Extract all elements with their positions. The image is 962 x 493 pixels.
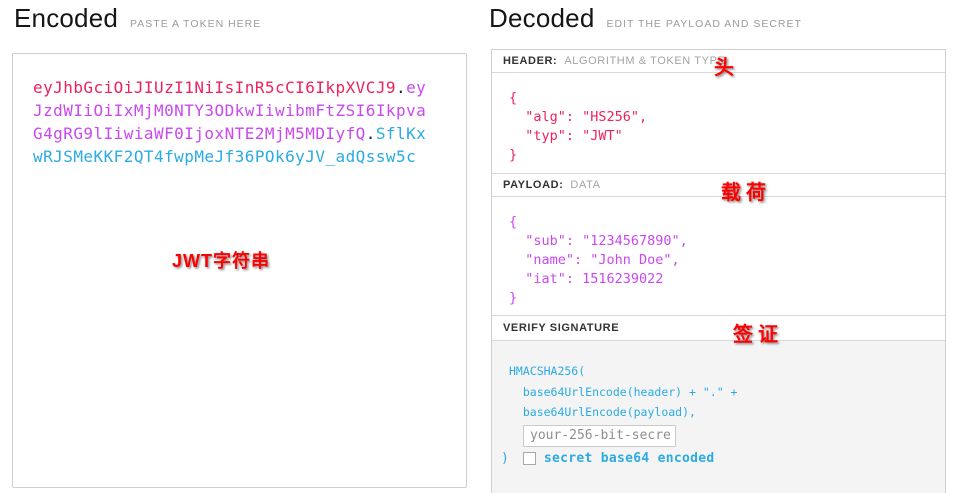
header-json-editor[interactable]: { "alg": "HS256", "typ": "JWT" } [492, 73, 945, 174]
token-payload-segment: ey [406, 78, 426, 97]
token-header-segment: eyJhbGciOiJIUzI1NiIsInR5cCI6IkpXVCJ9 [33, 78, 396, 97]
secret-base64-checkbox[interactable] [523, 452, 536, 465]
payload-section-label: PAYLOAD: DATA [492, 174, 945, 197]
secret-base64-label[interactable]: secret base64 encoded [544, 451, 715, 466]
token-signature-segment: wRJSMeKKF2QT4fwpMeJf36POk6yJV_adQssw5c [33, 147, 416, 166]
decoded-subtitle: EDIT THE PAYLOAD AND SECRET [606, 18, 801, 30]
verify-signature-section-label: VERIFY SIGNATURE [492, 316, 945, 341]
verify-signature-area: HMACSHA256( base64UrlEncode(header) + ".… [492, 341, 945, 493]
payload-json-editor[interactable]: { "sub": "1234567890", "name": "John Doe… [492, 197, 945, 316]
hmac-code-line: base64UrlEncode(header) + "." + [509, 382, 935, 403]
token-payload-segment: G4gRG9lIiwiaWF0IjoxNTE2MjM5MDIyfQ [33, 124, 366, 143]
secret-options-row: ) secret base64 encoded [501, 451, 935, 466]
hmac-code-line: base64UrlEncode(payload), [509, 402, 935, 423]
annotation-header: 头 [714, 51, 734, 80]
payload-label: PAYLOAD: [503, 179, 563, 191]
token-separator-dot: . [396, 78, 406, 97]
token-line: eyJhbGciOiJIUzI1NiIsInR5cCI6IkpXVCJ9.ey [33, 76, 456, 99]
secret-input[interactable] [523, 425, 676, 447]
annotation-payload: 载荷 [721, 176, 771, 205]
token-line: JzdWIiOiIxMjM0NTY3ODkwIiwibmFtZSI6Ikpva [33, 99, 456, 122]
decoded-title: Decoded [489, 3, 594, 34]
annotation-verify: 签证 [733, 318, 783, 347]
hmac-code-line: HMACSHA256( [509, 361, 935, 382]
jwt-token-input[interactable]: eyJhbGciOiJIUzI1NiIsInR5cCI6IkpXVCJ9.ey … [33, 76, 456, 168]
header-label: HEADER: [503, 55, 557, 67]
verify-signature-label: VERIFY SIGNATURE [503, 322, 619, 334]
header-sublabel: ALGORITHM & TOKEN TYPE [564, 55, 725, 67]
token-signature-segment: SflKx [376, 124, 426, 143]
closing-paren: ) [501, 451, 509, 466]
encoded-title: Encoded [14, 3, 118, 34]
token-line: wRJSMeKKF2QT4fwpMeJf36POk6yJV_adQssw5c [33, 145, 456, 168]
header-json[interactable]: { "alg": "HS256", "typ": "JWT" } [509, 89, 935, 165]
token-payload-segment: JzdWIiOiIxMjM0NTY3ODkwIiwibmFtZSI6Ikpva [33, 101, 426, 120]
encoded-panel-header: Encoded PASTE A TOKEN HERE [14, 3, 261, 34]
decoded-panel: HEADER: ALGORITHM & TOKEN TYPE { "alg": … [491, 49, 946, 493]
decoded-panel-header: Decoded EDIT THE PAYLOAD AND SECRET [489, 3, 802, 34]
payload-json[interactable]: { "sub": "1234567890", "name": "John Doe… [509, 213, 935, 308]
encoded-subtitle: PASTE A TOKEN HERE [130, 18, 261, 30]
token-separator-dot: . [366, 124, 376, 143]
annotation-jwt-string: JWT字符串 [172, 247, 270, 273]
token-line: G4gRG9lIiwiaWF0IjoxNTE2MjM5MDIyfQ.SflKx [33, 122, 456, 145]
payload-sublabel: DATA [570, 179, 600, 191]
